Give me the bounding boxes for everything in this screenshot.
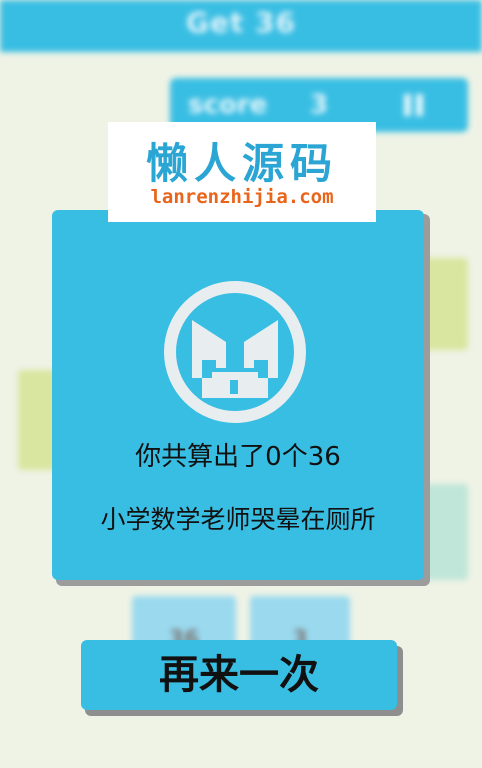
watermark-logo: 懒人源码 lanrenzhijia.com — [108, 122, 376, 222]
pause-icon[interactable] — [402, 94, 426, 116]
result-comment-text: 小学数学老师哭晕在厕所 — [100, 505, 376, 534]
result-count-text: 你共算出了0个36 — [135, 442, 341, 472]
game-over-dialog: 你共算出了0个36 小学数学老师哭晕在厕所 — [52, 210, 424, 580]
logo-name: 懒人源码 — [145, 139, 338, 188]
game-title: Get 36 — [185, 6, 297, 39]
logo-url: lanrenzhijia.com — [150, 186, 334, 208]
retry-button[interactable]: 再来一次 — [81, 640, 397, 710]
title-bar: Get 36 — [0, 0, 482, 52]
crying-face-icon — [164, 281, 306, 423]
